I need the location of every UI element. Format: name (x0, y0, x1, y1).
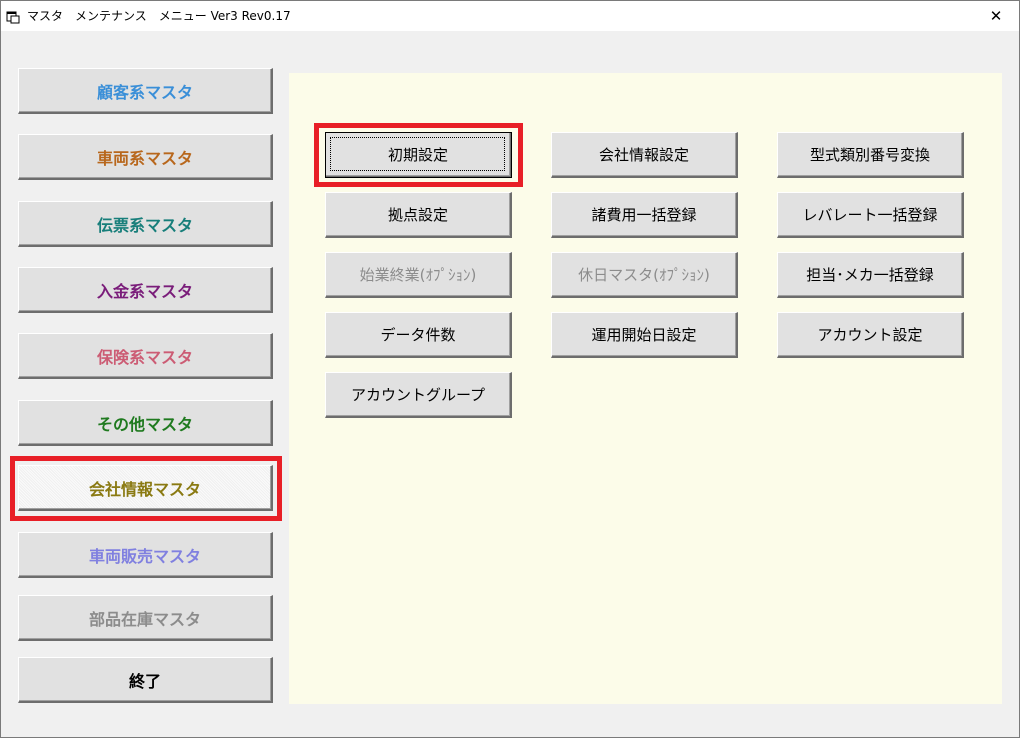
button-label: 型式類別番号変換 (809, 146, 930, 164)
button-label: 諸費用一括登録 (591, 206, 697, 224)
sidebar-item-payment-master[interactable]: 入金系マスタ (18, 267, 273, 313)
branch-settings-button[interactable]: 拠点設定 (325, 192, 512, 238)
main-panel: 初期設定 会社情報設定 型式類別番号変換拠点設定 諸費用一括登録 レバレート一括登録始業… (289, 73, 1002, 704)
close-icon: ✕ (989, 7, 1003, 25)
account-settings-button[interactable]: アカウント設定 (777, 312, 964, 358)
button-label: データ件数 (380, 326, 456, 344)
button-label: 休日マスタ(ｵﾌﾟｼｮﾝ) (578, 266, 710, 284)
sidebar-item-insurance-master[interactable]: 保険系マスタ (18, 333, 273, 379)
labor-rate-bulk-register-button[interactable]: レバレート一括登録 (777, 192, 964, 238)
holiday-master-option-button: 休日マスタ(ｵﾌﾟｼｮﾝ) (551, 252, 738, 298)
button-label: 運用開始日設定 (591, 326, 697, 344)
button-label: アカウントグループ (350, 386, 486, 404)
app-icon[interactable] (6, 9, 20, 24)
window-title: マスタ メンテナンス メニュー Ver3 Rev0.17 (27, 9, 291, 23)
sidebar-item-label: 入金系マスタ (96, 281, 193, 301)
button-label: 会社情報設定 (598, 146, 689, 164)
sidebar-item-label: 伝票系マスタ (96, 215, 193, 235)
account-group-button[interactable]: アカウントグループ (325, 372, 512, 418)
button-label: アカウント設定 (817, 326, 923, 344)
sidebar-item-label: 車両販売マスタ (88, 546, 201, 566)
staff-mechanic-bulk-register-button[interactable]: 担当･メカ一括登録 (777, 252, 964, 298)
button-label: レバレート一括登録 (802, 206, 938, 224)
initial-settings-button[interactable]: 初期設定 (325, 132, 512, 178)
sidebar-item-slip-master[interactable]: 伝票系マスタ (18, 201, 273, 247)
business-hours-option-button: 始業終業(ｵﾌﾟｼｮﾝ) (325, 252, 512, 298)
sidebar-item-vehicle-sales-master[interactable]: 車両販売マスタ (18, 532, 273, 578)
sidebar-item-label: 終了 (128, 671, 161, 691)
sidebar-item-label: 会社情報マスタ (88, 479, 201, 499)
close-button[interactable]: ✕ (973, 1, 1019, 31)
sidebar-item-label: 部品在庫マスタ (88, 609, 201, 629)
button-label: 始業終業(ｵﾌﾟｼｮﾝ) (359, 266, 477, 284)
model-type-number-convert-button[interactable]: 型式類別番号変換 (777, 132, 964, 178)
sidebar-item-label: 車両系マスタ (96, 148, 193, 168)
sidebar-item-other-master[interactable]: その他マスタ (18, 400, 273, 446)
button-label: 初期設定 (387, 146, 448, 164)
exit-button[interactable]: 終了 (18, 657, 273, 703)
title-bar[interactable]: マスタ メンテナンス メニュー Ver3 Rev0.17 ✕ (1, 1, 1019, 31)
client-area: 顧客系マスタ 車両系マスタ 伝票系マスタ 入金系マスタ 保険系マスタ その他マスタ 会社情報… (1, 31, 1019, 737)
sidebar-item-customer-master[interactable]: 顧客系マスタ (18, 68, 273, 114)
sidebar-item-company-info-master[interactable]: 会社情報マスタ (18, 465, 273, 511)
data-count-button[interactable]: データ件数 (325, 312, 512, 358)
operation-start-date-button[interactable]: 運用開始日設定 (551, 312, 738, 358)
main-window: マスタ メンテナンス メニュー Ver3 Rev0.17 ✕ 顧客系マスタ 車両系… (0, 0, 1020, 738)
sidebar-item-label: 保険系マスタ (96, 347, 193, 367)
misc-expenses-bulk-register-button[interactable]: 諸費用一括登録 (551, 192, 738, 238)
sidebar-item-label: 顧客系マスタ (96, 82, 193, 102)
button-label: 担当･メカ一括登録 (806, 266, 934, 284)
sidebar-item-parts-stock-master: 部品在庫マスタ (18, 595, 273, 641)
sidebar-item-label: その他マスタ (96, 414, 193, 434)
sidebar-item-vehicle-master[interactable]: 車両系マスタ (18, 134, 273, 180)
button-label: 拠点設定 (387, 206, 448, 224)
company-info-settings-button[interactable]: 会社情報設定 (551, 132, 738, 178)
